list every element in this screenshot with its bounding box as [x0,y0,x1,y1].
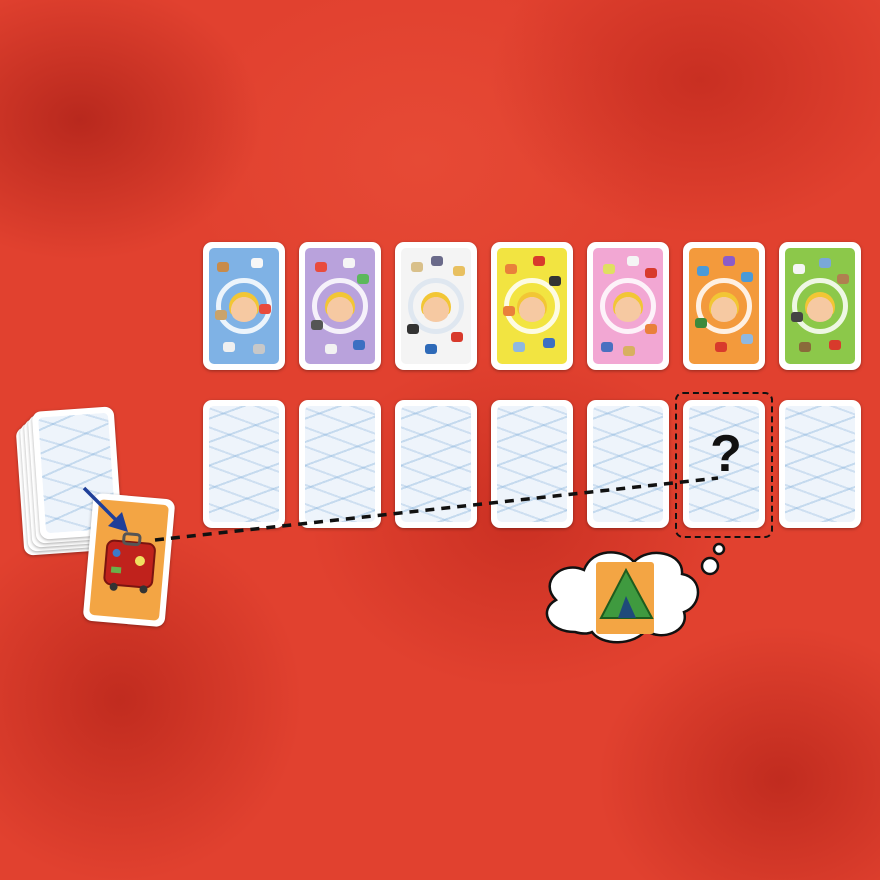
arrow-icon [82,486,128,532]
guess-link-line [154,476,719,542]
tent-icon [596,562,654,634]
instruction-overlay [82,476,726,644]
question-icon: ? [710,425,742,483]
